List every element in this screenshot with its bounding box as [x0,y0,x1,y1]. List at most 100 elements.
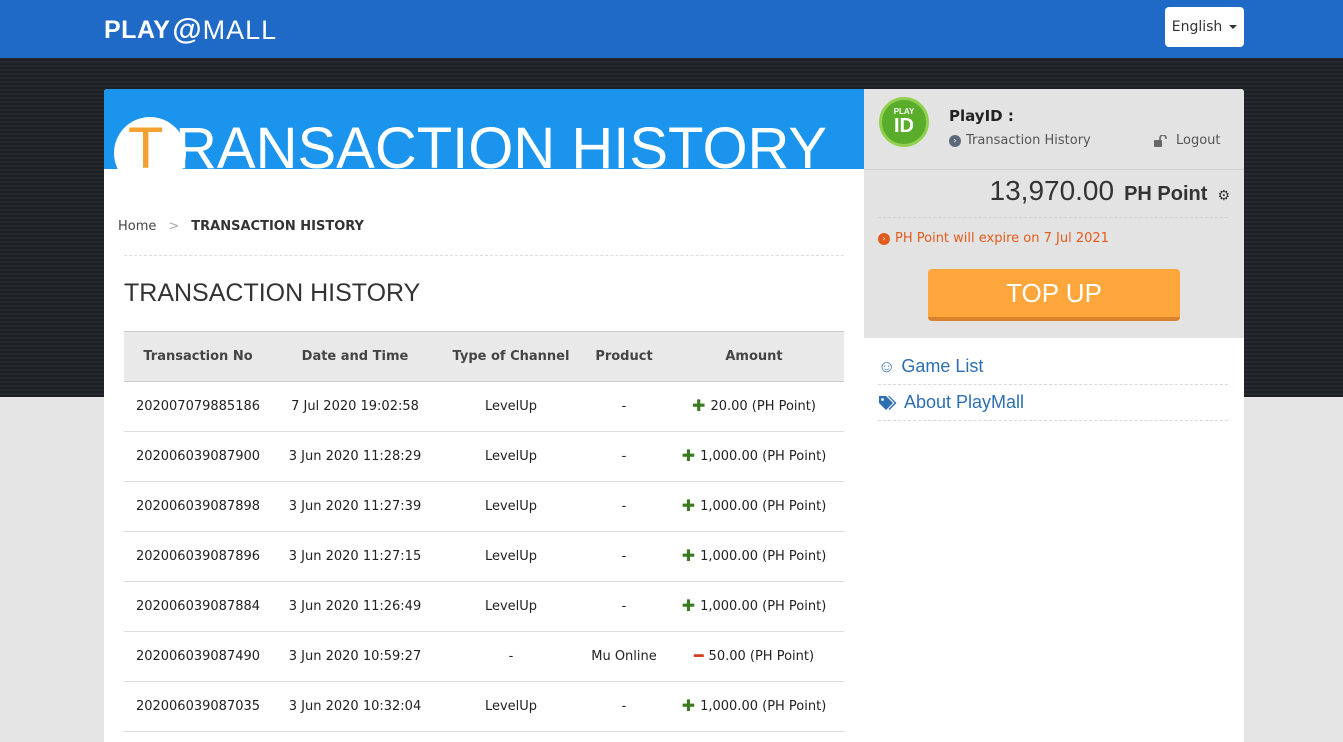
cell-transaction-no: 202006039087490 [124,631,272,682]
divider [878,217,1228,218]
amount-value: 1,000.00 (PH Point) [700,598,827,614]
amount-value: 1,000.00 (PH Point) [700,498,827,514]
column-header-date-time: Date and Time [272,331,438,382]
cell-transaction-no: 202006039087898 [124,481,272,532]
table-row: 202006039087900 3 Jun 2020 11:28:29 LevelU… [124,431,844,482]
divider [124,255,844,256]
transaction-history-link[interactable]: › Transaction History [949,133,1091,148]
point-balance: 13,970.00 PH Point ⚙ [990,175,1230,207]
transaction-history-link-label: Transaction History [966,133,1091,148]
cell-date-time: 3 Jun 2020 10:32:04 [272,681,438,732]
column-header-channel: Type of Channel [438,331,584,382]
balance-unit: PH Point [1124,183,1208,205]
amount-value: 50.00 (PH Point) [708,648,815,664]
cell-transaction-no: 202007079885186 [124,381,272,432]
banner-title: RANSACTION HISTORY [175,116,828,170]
cell-amount: ✚ 1,000.00 (PH Point) [664,431,844,482]
cell-amount: ━ 50.00 (PH Point) [664,631,844,682]
cell-product: - [584,681,664,732]
cell-channel: - [438,631,584,682]
cell-amount: ✚ 1,000.00 (PH Point) [664,581,844,632]
tags-icon [879,395,897,410]
plus-icon: ✚ [681,546,696,565]
plus-icon: ✚ [681,496,696,515]
cell-channel: LevelUp [438,481,584,532]
cell-date-time: 7 Jul 2020 19:02:58 [272,381,438,432]
cell-product: - [584,531,664,582]
table-row: 202007079885186 7 Jul 2020 19:02:58 LevelU… [124,381,844,432]
cell-product: Mu Online [584,631,664,682]
language-dropdown[interactable]: English [1165,7,1244,47]
page-title: TRANSACTION HISTORY [124,279,421,307]
cell-amount: ✚ 1,000.00 (PH Point) [664,681,844,732]
breadcrumb-current: TRANSACTION HISTORY [191,219,364,234]
cell-product: - [584,381,664,432]
cell-channel: LevelUp [438,381,584,432]
logout-label: Logout [1176,133,1221,148]
logo-mall-text: MALL [202,14,278,45]
badge-bottom-text: ID [894,115,914,137]
breadcrumb-home-link[interactable]: Home [118,219,156,234]
logo-play-text: PLAY [104,15,171,44]
cell-date-time: 3 Jun 2020 10:59:27 [272,631,438,682]
banner-first-letter: T [128,116,164,170]
smile-icon: ☺ [878,356,896,376]
cell-date-time: 3 Jun 2020 11:27:15 [272,531,438,582]
breadcrumb-separator: > [168,219,180,234]
breadcrumb: Home > TRANSACTION HISTORY [118,219,364,234]
menu-item-label: About PlayMall [904,392,1025,412]
plus-icon: ✚ [681,596,696,615]
amount-value: 1,000.00 (PH Point) [700,548,827,564]
cell-amount: ✚ 1,000.00 (PH Point) [664,481,844,532]
logo-at-symbol: @ [172,13,202,46]
language-label: English [1171,19,1223,35]
cell-transaction-no: 202006039087900 [124,431,272,482]
plus-icon: ✚ [681,446,696,465]
expiry-notice: › PH Point will expire on 7 Jul 2021 [878,231,1109,246]
menu-item-about-playmall[interactable]: About PlayMall [878,385,1228,421]
cell-date-time: 3 Jun 2020 11:26:49 [272,581,438,632]
table-row: 202006039087490 3 Jun 2020 10:59:27- Mu On… [124,631,844,682]
cell-transaction-no: 202006039087035 [124,681,272,732]
cell-transaction-no: 202006039087896 [124,531,272,582]
table-row: 202006039087898 3 Jun 2020 11:27:39 LevelU… [124,481,844,532]
cell-product: - [584,431,664,482]
cell-amount: ✚ 20.00 (PH Point) [664,381,844,432]
page-banner: T RANSACTION HISTORY [104,89,864,169]
logout-link[interactable]: Logout [1154,133,1221,148]
cell-product: - [584,581,664,632]
cell-channel: LevelUp [438,581,584,632]
menu-item-label: Game List [901,356,984,376]
cell-channel: LevelUp [438,531,584,582]
expiry-notice-text: PH Point will expire on 7 Jul 2021 [895,231,1109,246]
amount-value: 1,000.00 (PH Point) [700,698,827,714]
caret-down-icon [1229,25,1238,29]
top-up-button[interactable]: TOP UP [928,269,1180,321]
table-row: 202006039087884 3 Jun 2020 11:26:49 LevelU… [124,581,844,632]
amount-value: 1,000.00 (PH Point) [700,448,827,464]
cell-date-time: 3 Jun 2020 11:28:29 [272,431,438,482]
cell-channel: LevelUp [438,681,584,732]
menu-item-game-list[interactable]: ☺ Game List [878,349,1228,385]
account-sidebar: PLAY ID PlayID : › Transaction History L… [864,89,1244,742]
cell-transaction-no: 202006039087884 [124,581,272,632]
playmall-logo[interactable]: PLAY @ MALL [104,14,277,46]
cell-channel: LevelUp [438,431,584,482]
cell-amount: ✚ 1,000.00 (PH Point) [664,531,844,582]
top-navbar: PLAY @ MALL English [0,0,1343,58]
account-summary: PLAY ID PlayID : › Transaction History L… [864,89,1244,338]
playid-label: PlayID : [949,107,1014,125]
table-row: 202006039087035 3 Jun 2020 10:32:04 LevelU… [124,681,844,732]
divider [864,169,1244,170]
cell-date-time: 3 Jun 2020 11:27:39 [272,481,438,532]
column-header-amount: Amount [664,331,844,382]
gear-icon[interactable]: ⚙ [1217,188,1230,204]
unlock-icon [1154,134,1167,147]
playid-badge-icon: PLAY ID [879,97,929,147]
plus-icon: ✚ [681,696,696,715]
plus-icon: ✚ [692,396,706,415]
table-row: 202006039087896 3 Jun 2020 11:27:15 LevelU… [124,531,844,582]
main-panel: T RANSACTION HISTORY Home > TRANSACTION … [104,89,864,742]
column-header-transaction-no: Transaction No [124,331,272,382]
amount-value: 20.00 (PH Point) [710,398,816,414]
